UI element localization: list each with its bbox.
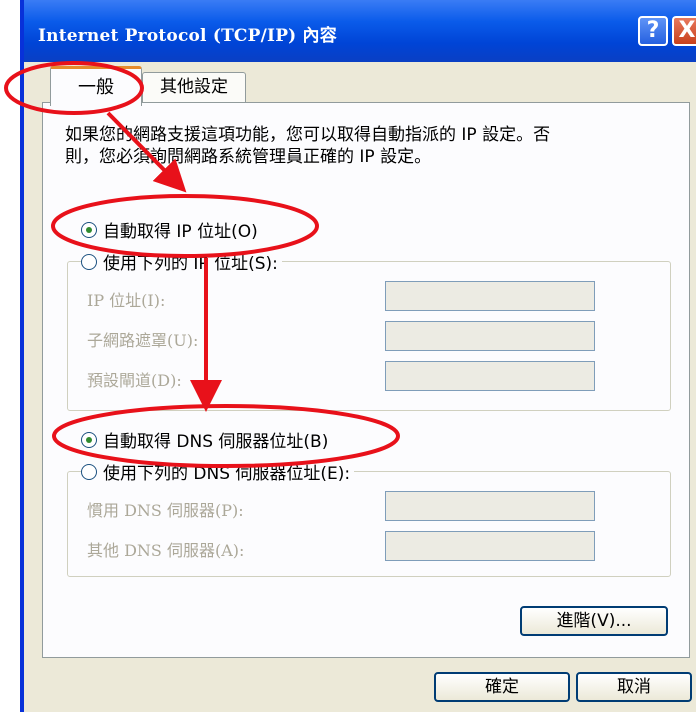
- manual-dns-radio-option[interactable]: 使用下列的 DNS 伺服器位址(E):: [81, 459, 355, 484]
- manual-dns-label: 使用下列的 DNS 伺服器位址(E):: [103, 464, 351, 484]
- tab-alternate-label: 其他設定: [160, 77, 228, 97]
- auto-ip-label: 自動取得 IP 位址(O): [103, 222, 258, 242]
- default-gateway-label: 預設閘道(D):: [87, 371, 182, 390]
- window-title: Internet Protocol (TCP/IP) 內容: [38, 26, 337, 46]
- auto-dns-label: 自動取得 DNS 伺服器位址(B): [103, 432, 329, 452]
- tcpip-properties-dialog: Internet Protocol (TCP/IP) 內容 ? X 一般 其他設…: [20, 0, 696, 712]
- auto-dns-radio[interactable]: [81, 431, 97, 448]
- close-icon: X: [678, 18, 696, 43]
- tab-general[interactable]: 一般: [50, 66, 142, 106]
- ip-address-field[interactable]: [385, 281, 595, 311]
- tab-alternate-configuration[interactable]: 其他設定: [142, 72, 246, 102]
- default-gateway-field[interactable]: [385, 361, 595, 391]
- alternate-dns-label: 其他 DNS 伺服器(A):: [87, 541, 245, 560]
- help-button[interactable]: ?: [638, 16, 668, 46]
- subnet-mask-field[interactable]: [385, 321, 595, 351]
- title-bar: Internet Protocol (TCP/IP) 內容 ? X: [24, 0, 696, 62]
- ok-button[interactable]: 確定: [434, 672, 570, 702]
- general-tab-panel: 如果您的網路支援這項功能，您可以取得自動指派的 IP 設定。否 則，您必須詢問網…: [42, 102, 690, 658]
- manual-dns-radio[interactable]: [81, 463, 97, 480]
- auto-ip-radio-option[interactable]: 自動取得 IP 位址(O): [81, 217, 262, 242]
- tab-general-label: 一般: [78, 77, 114, 98]
- auto-ip-radio[interactable]: [81, 221, 97, 238]
- manual-ip-radio-option[interactable]: 使用下列的 IP 位址(S):: [81, 249, 282, 274]
- auto-dns-radio-option[interactable]: 自動取得 DNS 伺服器位址(B): [81, 427, 333, 452]
- cancel-button[interactable]: 取消: [576, 672, 692, 702]
- manual-ip-label: 使用下列的 IP 位址(S):: [103, 254, 278, 274]
- manual-dns-group: [67, 471, 671, 577]
- alternate-dns-field[interactable]: [385, 531, 595, 561]
- help-icon: ?: [646, 18, 660, 43]
- ip-address-label: IP 位址(I):: [87, 291, 166, 310]
- advanced-button[interactable]: 進階(V)...: [520, 606, 668, 636]
- description-line-2: 則，您必須詢問網路系統管理員正確的 IP 設定。: [65, 147, 432, 167]
- manual-ip-radio[interactable]: [81, 253, 97, 270]
- close-button[interactable]: X: [672, 16, 696, 46]
- description-line-1: 如果您的網路支援這項功能，您可以取得自動指派的 IP 設定。否: [65, 125, 551, 145]
- preferred-dns-label: 慣用 DNS 伺服器(P):: [87, 501, 244, 520]
- subnet-mask-label: 子網路遮罩(U):: [87, 331, 199, 350]
- preferred-dns-field[interactable]: [385, 491, 595, 521]
